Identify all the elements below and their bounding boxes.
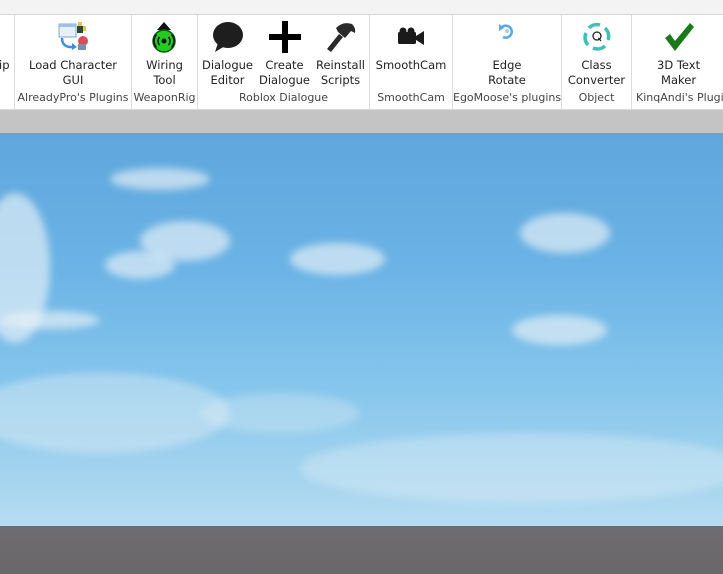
checkmark-icon xyxy=(661,20,697,54)
group-label: SmoothCam xyxy=(377,91,445,104)
wiring-tool-button[interactable]: Wiring Tool xyxy=(143,15,186,91)
button-label: Class Converter xyxy=(567,58,626,87)
reinstall-scripts-button[interactable]: Reinstall Scripts xyxy=(313,15,368,91)
ribbon-tab-strip xyxy=(0,0,723,15)
load-character-gui-button[interactable]: Load Character GUI xyxy=(26,15,120,91)
3d-text-maker-button[interactable]: 3D Text Maker xyxy=(654,15,703,91)
hammer-icon xyxy=(322,20,358,54)
truncated-icon xyxy=(0,20,14,54)
class-converter-button[interactable]: Class Converter xyxy=(565,15,628,91)
button-label: Reinstall Scripts xyxy=(316,58,365,87)
dialogue-editor-button[interactable]: Dialogue Editor xyxy=(199,15,256,91)
class-converter-icon xyxy=(579,20,615,54)
ribbon-group-egomoose: Edge Rotate EgoMoose's plugins xyxy=(453,15,562,109)
group-label: Object xyxy=(578,91,615,104)
ribbon-group-truncated: ip xyxy=(0,15,15,109)
button-label: Edge Rotate xyxy=(488,58,526,87)
plus-icon xyxy=(267,20,303,54)
wiring-tool-icon xyxy=(146,20,182,54)
edge-rotate-button[interactable]: Edge Rotate xyxy=(485,15,529,91)
truncated-button[interactable]: ip xyxy=(0,15,14,91)
button-label: Create Dialogue xyxy=(259,58,310,87)
smoothcam-button[interactable]: SmoothCam xyxy=(373,15,450,91)
group-label: EgoMoose's plugins xyxy=(453,91,562,104)
ribbon-group-roblox-dialogue: Dialogue Editor Create Dialogue Reinstal… xyxy=(198,15,370,109)
viewport-top-bar xyxy=(0,110,723,133)
button-label: SmoothCam xyxy=(375,58,447,72)
ribbon-group-kinqandi: 3D Text Maker KinqAndi's Plugin xyxy=(632,15,723,109)
plugins-ribbon: ip Load Character GUI AlreadyPro's Plugi… xyxy=(0,15,723,110)
group-label: Roblox Dialogue xyxy=(238,91,329,104)
load-character-icon xyxy=(55,20,91,54)
button-label: 3D Text Maker xyxy=(657,58,701,87)
group-label: WeaponRig xyxy=(133,91,196,104)
cloud xyxy=(520,213,610,253)
ribbon-group-object: Class Converter Object xyxy=(562,15,632,109)
create-dialogue-button[interactable]: Create Dialogue xyxy=(256,15,313,91)
cloud xyxy=(0,311,100,329)
button-label: ip xyxy=(0,58,10,72)
rotate-icon xyxy=(489,20,525,54)
group-label: KinqAndi's Plugin xyxy=(636,91,723,104)
cloud xyxy=(110,168,210,190)
video-camera-icon xyxy=(393,20,429,54)
cloud xyxy=(290,243,385,275)
group-label: AlreadyPro's Plugins xyxy=(17,91,129,104)
button-label: Dialogue Editor xyxy=(202,58,253,87)
cloud xyxy=(200,393,360,433)
cloud xyxy=(105,251,175,279)
speech-bubble-icon xyxy=(210,20,246,54)
cloud xyxy=(0,373,230,453)
ribbon-group-weaponrig: Wiring Tool WeaponRig xyxy=(132,15,198,109)
baseplate xyxy=(0,526,723,574)
cloud xyxy=(512,315,607,345)
button-label: Load Character GUI xyxy=(28,58,118,87)
3d-viewport[interactable] xyxy=(0,133,723,574)
cloud xyxy=(300,433,723,503)
ribbon-group-alreadypro: Load Character GUI AlreadyPro's Plugins xyxy=(15,15,132,109)
ribbon-group-smoothcam: SmoothCam SmoothCam xyxy=(370,15,453,109)
button-label: Wiring Tool xyxy=(146,58,183,87)
skybox xyxy=(0,133,723,526)
